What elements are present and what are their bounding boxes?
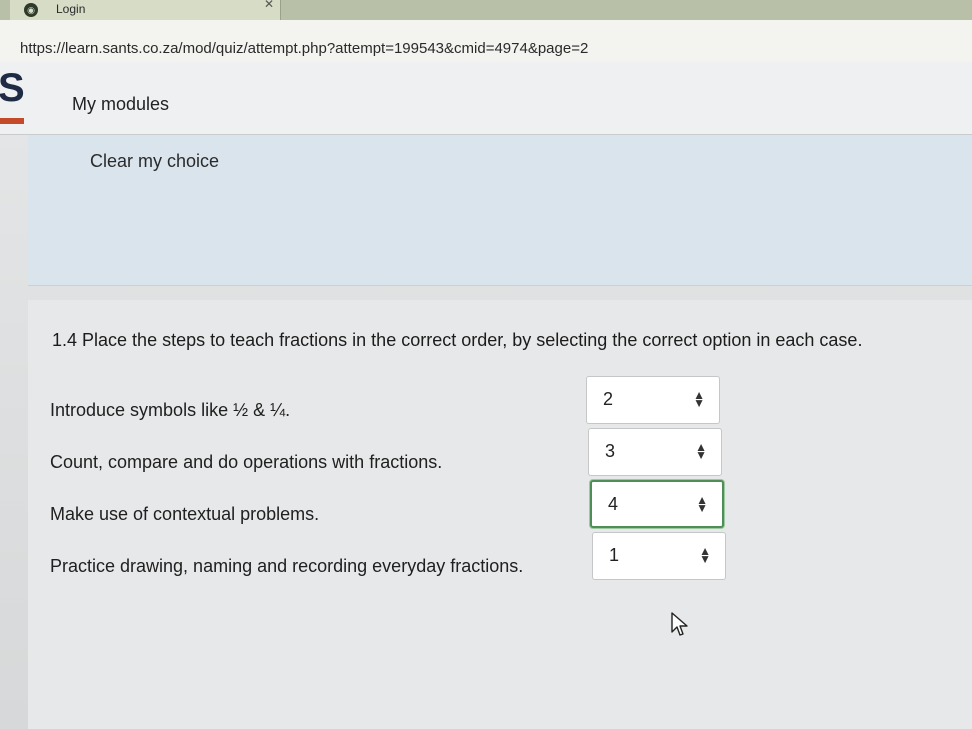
browser-screen: ◉ Login ✕ https://learn.sants.co.za/mod/… (0, 0, 972, 729)
order-select[interactable]: 2 ▲ ▼ (586, 376, 720, 424)
clear-my-choice-link[interactable]: Clear my choice (90, 151, 219, 172)
site-header: S My modules (0, 62, 972, 135)
logo-accent (0, 118, 24, 124)
close-icon[interactable]: ✕ (264, 0, 274, 11)
mouse-pointer-icon (671, 612, 688, 636)
tab-title: Login (56, 2, 86, 16)
select-value: 4 (608, 494, 619, 514)
url-field[interactable]: https://learn.sants.co.za/mod/quiz/attem… (20, 40, 588, 57)
address-bar: https://learn.sants.co.za/mod/quiz/attem… (0, 20, 972, 63)
tab-bar: ◉ Login ✕ (0, 0, 972, 20)
updown-arrows-icon: ▲ ▼ (693, 388, 705, 410)
step-label: Introduce symbols like ½ & ¼. (50, 400, 291, 420)
step-label: Count, compare and do operations with fr… (50, 452, 443, 472)
select-value: 2 (603, 389, 614, 409)
step-label: Practice drawing, naming and recording e… (50, 556, 524, 576)
globe-icon: ◉ (24, 3, 38, 17)
my-modules-link[interactable]: My modules (72, 94, 169, 115)
updown-arrows-icon: ▲ ▼ (696, 493, 708, 515)
logo-letter: S (0, 66, 25, 110)
previous-question-area: Clear my choice (28, 135, 972, 286)
browser-tab[interactable]: ◉ Login ✕ (10, 0, 281, 20)
updown-arrows-icon: ▲ ▼ (695, 440, 707, 462)
order-select[interactable]: 1 ▲ ▼ (592, 532, 726, 580)
site-logo[interactable]: S (0, 62, 28, 134)
select-value: 1 (609, 545, 620, 565)
question-text: 1.4 Place the steps to teach fractions i… (52, 330, 863, 350)
select-value: 3 (605, 441, 616, 461)
order-select[interactable]: 4 ▲ ▼ (590, 480, 724, 528)
order-select[interactable]: 3 ▲ ▼ (588, 428, 722, 476)
step-label: Make use of contextual problems. (50, 504, 320, 524)
question-card: 1.4 Place the steps to teach fractions i… (28, 300, 972, 729)
updown-arrows-icon: ▲ ▼ (699, 544, 711, 566)
